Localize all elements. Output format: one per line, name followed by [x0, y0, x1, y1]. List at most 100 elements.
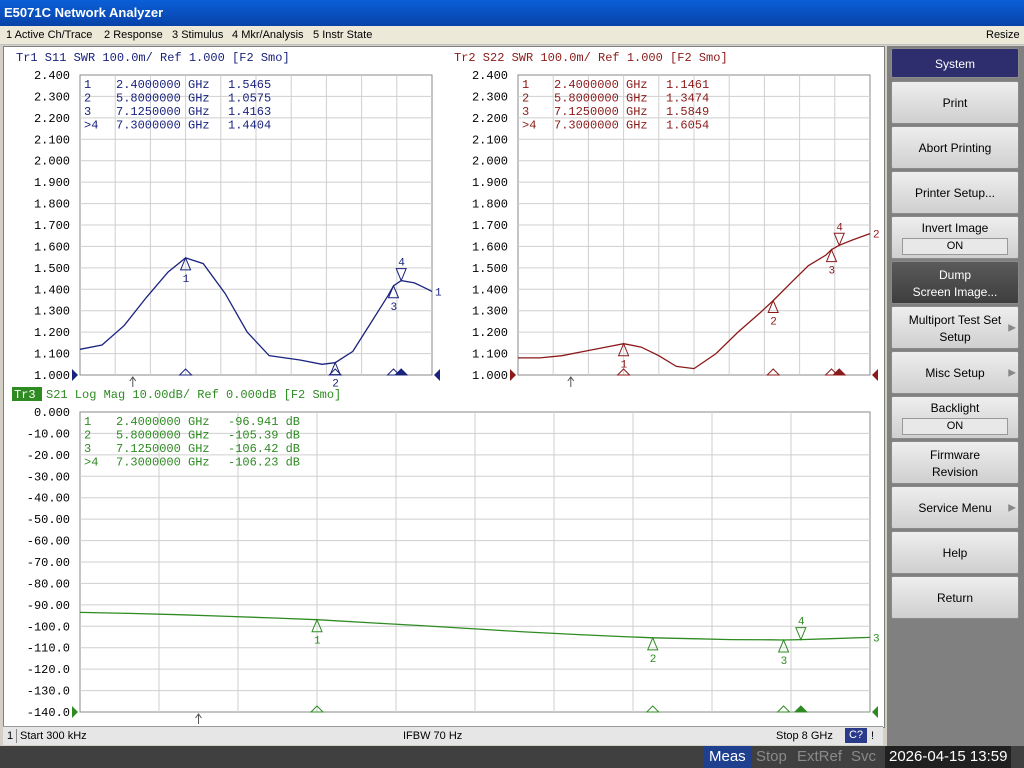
marker-id: 3 — [84, 105, 91, 119]
stimulus-arrow-icon — [567, 376, 575, 387]
marker-id: 3 — [522, 105, 529, 119]
y-tick-label: -80.00 — [27, 577, 70, 591]
y-tick-label: -60.00 — [27, 535, 70, 549]
start-frequency[interactable]: Start 300 kHz — [20, 727, 87, 745]
backlight-toggle[interactable]: Backlight ON — [891, 396, 1019, 439]
y-tick-label: 2.300 — [34, 90, 70, 104]
ifbw-value[interactable]: IFBW 70 Hz — [403, 727, 462, 745]
marker-frequency: 7.3000000 GHz — [554, 119, 648, 133]
y-tick-label: 1.800 — [34, 198, 70, 212]
menu-response[interactable]: 2 Response — [104, 26, 163, 44]
y-tick-label: 2.100 — [34, 133, 70, 147]
svc-indicator: Svc — [851, 748, 877, 765]
marker-frequency: 5.8000000 GHz — [554, 92, 648, 106]
marker-value: 1.1461 — [666, 78, 709, 92]
submenu-arrow-icon: ▶ — [1008, 367, 1016, 378]
marker-id: >4 — [522, 119, 536, 133]
y-tick-label: 1.100 — [34, 348, 70, 362]
channel-status-bar: 1 Start 300 kHz IFBW 70 Hz Stop 8 GHz C?… — [3, 726, 883, 745]
reference-right-icon — [872, 706, 878, 718]
marker-id: 2 — [522, 92, 529, 106]
marker-frequency: 7.3000000 GHz — [116, 119, 210, 133]
marker-label: 3 — [390, 302, 397, 314]
marker-value: 1.6054 — [666, 119, 709, 133]
active-trace-tag: Tr3 — [14, 388, 36, 402]
misc-setup-button[interactable]: Misc Setup ▶ — [891, 351, 1019, 394]
submenu-arrow-icon: ▶ — [1008, 322, 1016, 333]
app-title: E5071C Network Analyzer — [4, 5, 164, 20]
marker-id: 2 — [84, 429, 91, 443]
y-tick-label: 2.100 — [472, 133, 508, 147]
marker-label: 1 — [314, 636, 321, 648]
y-tick-label: -110.0 — [27, 642, 70, 656]
marker-frequency: 2.4000000 GHz — [554, 78, 648, 92]
marker-id: 2 — [84, 92, 91, 106]
y-tick-label: 1.000 — [34, 369, 70, 383]
marker-value: -105.39 dB — [228, 429, 300, 443]
marker-frequency: 7.3000000 GHz — [116, 456, 210, 470]
y-tick-label: -120.0 — [27, 663, 70, 677]
y-tick-label: 1.200 — [472, 326, 508, 340]
marker-value: 1.5465 — [228, 78, 271, 92]
reference-left-icon — [72, 369, 78, 381]
marker-value: -96.941 dB — [228, 415, 300, 429]
y-tick-label: -140.0 — [27, 706, 70, 720]
abort-printing-button[interactable]: Abort Printing — [891, 126, 1019, 169]
y-tick-label: -40.00 — [27, 492, 70, 506]
alert-indicator: ! — [871, 730, 875, 742]
reference-left-icon — [510, 369, 516, 381]
meas-indicator: Meas — [703, 746, 752, 768]
y-tick-label: 2.200 — [34, 112, 70, 126]
stop-frequency[interactable]: Stop 8 GHz — [776, 727, 833, 745]
menu-instr-state[interactable]: 5 Instr State — [313, 26, 372, 44]
y-tick-label: -20.00 — [27, 449, 70, 463]
y-tick-label: 1.600 — [472, 240, 508, 254]
y-tick-label: 1.300 — [34, 305, 70, 319]
submenu-arrow-icon: ▶ — [1008, 502, 1016, 513]
tr1-panel: 2.400 2.300 2.200 2.100 2.000 1.900 1.800 1.700… — [16, 51, 442, 391]
y-tick-label: 1.400 — [472, 283, 508, 297]
menu-stimulus[interactable]: 3 Stimulus — [172, 26, 223, 44]
marker-id: >4 — [84, 119, 98, 133]
marker-label: 2 — [770, 317, 777, 329]
multiport-test-set-setup-button[interactable]: Multiport Test Set Setup ▶ — [891, 306, 1019, 349]
correction-status: C? — [845, 728, 867, 743]
service-menu-button[interactable]: Service Menu ▶ — [891, 486, 1019, 529]
y-tick-label: 2.000 — [472, 155, 508, 169]
stop-indicator: Stop — [756, 748, 787, 765]
marker-id: 1 — [522, 78, 529, 92]
y-tick-label: -130.0 — [27, 685, 70, 699]
dump-screen-image-button[interactable]: Dump Screen Image... — [891, 261, 1019, 304]
y-tick-label: 2.400 — [34, 69, 70, 83]
menu-mkr-analysis[interactable]: 4 Mkr/Analysis — [232, 26, 304, 44]
invert-image-toggle[interactable]: Invert Image ON — [891, 216, 1019, 259]
print-button[interactable]: Print — [891, 81, 1019, 124]
marker-label: 4 — [798, 617, 805, 629]
trace-header: S21 Log Mag 10.00dB/ Ref 0.000dB [F2 Smo… — [46, 388, 341, 402]
marker-label: 4 — [398, 258, 405, 270]
marker-frequency: 7.1250000 GHz — [116, 442, 210, 456]
trace-header: Tr1 S11 SWR 100.0m/ Ref 1.000 [F2 Smo] — [16, 51, 290, 65]
y-tick-label: 1.900 — [34, 176, 70, 190]
marker-frequency: 2.4000000 GHz — [116, 78, 210, 92]
return-button[interactable]: Return — [891, 576, 1019, 619]
trace-plots: 2.400 2.300 2.200 2.100 2.000 1.900 1.800 1.700… — [12, 51, 880, 724]
y-tick-label: -30.00 — [27, 470, 70, 484]
menu-active-ch-trace[interactable]: 1 Active Ch/Trace — [6, 26, 92, 44]
printer-setup-button[interactable]: Printer Setup... — [891, 171, 1019, 214]
marker-label: 4 — [836, 222, 843, 234]
channel-number: 1 — [7, 730, 14, 742]
marker-id: 3 — [84, 442, 91, 456]
y-tick-label: 1.100 — [472, 348, 508, 362]
y-tick-label: 1.900 — [472, 176, 508, 190]
reference-left-icon — [72, 706, 78, 718]
menu-bar: 1 Active Ch/Trace 2 Response 3 Stimulus … — [0, 26, 1024, 45]
marker-value: 1.3474 — [666, 92, 709, 106]
trace-end-label: 3 — [873, 633, 880, 645]
help-button[interactable]: Help — [891, 531, 1019, 574]
y-tick-label: 1.800 — [472, 198, 508, 212]
firmware-revision-button[interactable]: Firmware Revision — [891, 441, 1019, 484]
marker-frequency: 2.4000000 GHz — [116, 415, 210, 429]
menu-resize[interactable]: Resize — [986, 26, 1020, 44]
y-tick-label: 1.700 — [472, 219, 508, 233]
